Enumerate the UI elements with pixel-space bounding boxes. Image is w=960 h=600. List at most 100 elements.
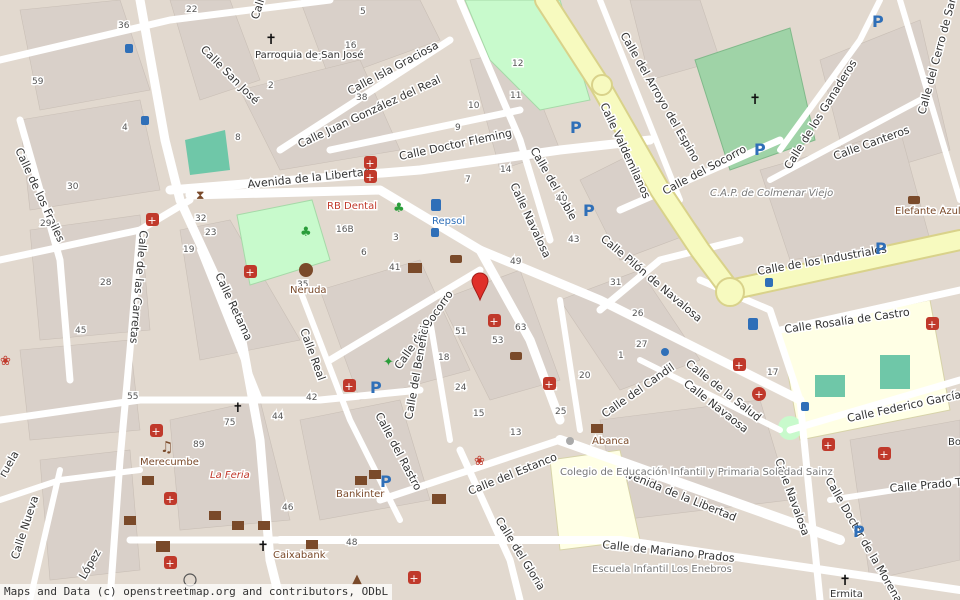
veterinary-icon[interactable]: ❀ — [0, 354, 11, 369]
church-icon[interactable]: ✝ — [233, 401, 244, 416]
svg-text:+: + — [165, 493, 174, 506]
pharmacy-icon[interactable]: + — [164, 556, 177, 570]
bus-stop-icon[interactable] — [765, 278, 773, 287]
map-view[interactable]: Calle del Pino Calle Isla Graciosa Calle… — [0, 0, 960, 600]
house-number: 17 — [767, 368, 778, 378]
pharmacy-icon[interactable]: + — [146, 213, 159, 227]
house-number: 24 — [455, 383, 467, 393]
house-number: 13 — [510, 428, 521, 438]
post-office-icon[interactable] — [432, 494, 446, 504]
music-icon[interactable]: ♫ — [160, 438, 173, 456]
svg-text:P: P — [380, 472, 392, 491]
hourglass-icon[interactable]: ⧗ — [196, 188, 204, 202]
house-number: 14 — [500, 165, 512, 175]
playground-icon[interactable]: ♣ — [300, 225, 312, 240]
parking-icon[interactable]: P — [570, 118, 582, 137]
parking-icon[interactable]: P — [754, 140, 766, 159]
svg-text:+: + — [754, 388, 763, 401]
fuel-icon[interactable] — [431, 199, 441, 211]
svg-text:P: P — [872, 12, 884, 31]
pharmacy-icon[interactable]: + — [343, 379, 356, 393]
theatre-icon[interactable] — [299, 263, 313, 277]
bank-icon[interactable] — [369, 470, 381, 479]
house-number: 44 — [272, 412, 284, 422]
house-number: 16B — [336, 225, 354, 235]
house-number: 51 — [455, 327, 466, 337]
house-number: 22 — [186, 5, 197, 15]
bicycle-icon[interactable] — [661, 348, 669, 356]
pharmacy-icon[interactable]: + — [543, 377, 556, 391]
svg-text:+: + — [344, 380, 353, 393]
poi-label: C.A.P. de Colmenar Viejo — [710, 188, 833, 199]
parking-icon[interactable]: P — [875, 239, 887, 258]
library-icon[interactable] — [156, 541, 170, 552]
house-number: 30 — [67, 182, 79, 192]
church-icon[interactable]: ✝ — [749, 92, 761, 108]
poi-label: La Feria — [210, 470, 250, 481]
pharmacy-icon[interactable]: + — [244, 265, 257, 279]
house-number: 49 — [510, 257, 522, 267]
sport-icon[interactable]: ✦ — [383, 355, 394, 370]
svg-text:P: P — [754, 140, 766, 159]
house-number: 45 — [75, 326, 86, 336]
svg-text:P: P — [570, 118, 582, 137]
parking-icon[interactable]: P — [872, 12, 884, 31]
parking-icon[interactable]: P — [380, 472, 392, 491]
poi-label: Parroquia de San José — [255, 49, 364, 61]
bank-icon[interactable] — [591, 424, 603, 433]
house-number: 26 — [632, 309, 644, 319]
bus-stop-icon[interactable] — [141, 116, 149, 125]
pharmacy-icon[interactable]: + — [488, 314, 501, 328]
pharmacy-icon[interactable]: + — [364, 156, 377, 170]
pharmacy-icon[interactable]: + — [822, 438, 835, 452]
bank-icon[interactable] — [232, 521, 244, 530]
church-icon[interactable]: ✝ — [265, 32, 277, 48]
dentist-icon[interactable]: ♣ — [393, 201, 405, 216]
map-attribution[interactable]: Maps and Data (c) openstreetmap.org and … — [0, 584, 393, 600]
post-office-icon[interactable] — [408, 263, 422, 273]
house-number: 2 — [268, 81, 274, 91]
svg-text:+: + — [879, 448, 888, 461]
pharmacy-icon[interactable]: + — [364, 170, 377, 184]
car-icon[interactable] — [450, 255, 462, 263]
church-icon[interactable]: ✝ — [257, 539, 269, 555]
bus-stop-icon[interactable] — [801, 402, 809, 411]
veterinary-icon[interactable]: ❀ — [474, 454, 485, 469]
church-icon[interactable]: ✝ — [839, 573, 851, 589]
pharmacy-icon[interactable]: + — [408, 571, 421, 585]
house-number: 12 — [512, 59, 523, 69]
pharmacy-icon[interactable]: + — [878, 447, 891, 461]
house-number: 5 — [360, 7, 366, 17]
school-court-2 — [880, 355, 910, 389]
house-number: 75 — [224, 418, 235, 428]
house-number: 6 — [361, 248, 367, 258]
bank-icon[interactable] — [258, 521, 270, 530]
house-number: 41 — [389, 263, 400, 273]
car-icon[interactable] — [908, 196, 920, 204]
map-canvas[interactable]: Calle del Pino Calle Isla Graciosa Calle… — [0, 0, 960, 600]
charging-icon[interactable] — [748, 318, 758, 330]
bus-stop-icon[interactable] — [431, 228, 439, 237]
bank-icon[interactable] — [124, 516, 136, 525]
pharmacy-icon[interactable]: + — [150, 424, 163, 438]
house-number: 7 — [465, 175, 471, 185]
bank-icon[interactable] — [209, 511, 221, 520]
pharmacy-icon[interactable]: + — [164, 492, 177, 506]
parking-icon[interactable]: P — [370, 378, 382, 397]
svg-text:+: + — [489, 315, 498, 328]
poi-label: Repsol — [432, 216, 465, 227]
hospital-icon[interactable]: + — [752, 387, 766, 401]
svg-text:+: + — [365, 157, 374, 170]
bus-stop-icon[interactable] — [125, 44, 133, 53]
poi-label: Bankinter — [336, 489, 385, 500]
bank-icon[interactable] — [142, 476, 154, 485]
bank-icon[interactable] — [355, 476, 367, 485]
pharmacy-icon[interactable]: + — [926, 317, 939, 331]
parking-icon[interactable]: P — [853, 522, 865, 541]
svg-text:+: + — [409, 572, 418, 585]
parking-icon[interactable]: P — [583, 201, 595, 220]
pharmacy-icon[interactable]: + — [733, 358, 746, 372]
svg-text:+: + — [151, 425, 160, 438]
car-icon[interactable] — [510, 352, 522, 360]
bank-icon[interactable] — [306, 540, 318, 549]
